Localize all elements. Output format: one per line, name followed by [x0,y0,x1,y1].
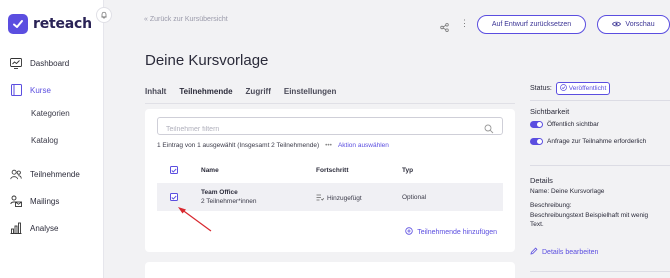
select-action-link[interactable]: Aktion auswählen [338,142,389,149]
progress-status: Hinzugefügt [327,195,362,202]
pencil-icon [530,247,538,257]
main-content: « Zurück zur Kursübersicht ⋮ Auf Entwurf… [104,0,670,278]
sidebar-item-mailings[interactable]: Mailings [10,195,59,207]
share-icon[interactable] [440,19,449,37]
participants-icon [10,168,22,180]
row-checkbox[interactable] [170,193,178,201]
sidebar-item-label: Mailings [30,196,60,206]
sidebar-item-dashboard[interactable]: Dashboard [10,57,69,69]
mailings-icon [10,195,22,207]
back-link-label: Zurück zur Kursübersicht [149,16,228,23]
status-value: Veröffentlicht [568,85,607,92]
sidebar-item-label: Dashboard [30,58,70,68]
tab-einstellungen[interactable]: Einstellungen [284,87,336,96]
description-label: Beschreibung: [530,202,572,209]
sidebar-item-label: Kurse [30,85,51,95]
request-required-toggle[interactable] [530,138,543,145]
notifications-bell-icon[interactable] [96,7,112,23]
back-to-courses-link[interactable]: « Zurück zur Kursübersicht [144,16,228,23]
description-text: Beschreibungstext Beispielhaft mit wenig… [530,212,649,228]
column-header-name: Name [201,167,219,174]
edit-details-label: Details bearbeiten [542,248,599,256]
tab-zugriff[interactable]: Zugriff [246,87,271,96]
visibility-title: Sichtbarkeit [530,107,570,116]
select-all-checkbox[interactable] [170,166,178,174]
selection-summary: 1 Eintrag von 1 ausgewählt (Insgesamt 2 … [157,142,389,149]
more-vertical-icon[interactable]: ⋮ [460,18,469,29]
more-horizontal-icon[interactable]: ••• [325,142,332,149]
status-badge: Veröffentlicht [555,82,611,95]
secondary-card [145,262,515,278]
column-header-type: Typ [402,167,414,174]
toggle-label: Öffentlich sichtbar [547,121,599,128]
status-label: Status: [530,85,552,92]
divider [530,165,670,166]
tab-inhalt[interactable]: Inhalt [145,87,166,96]
divider [530,100,670,101]
tabs-divider [145,103,515,104]
sidebar-subitem-kategorien[interactable]: Kategorien [31,109,70,118]
search-icon[interactable] [484,121,494,139]
check-circle-icon [559,84,567,93]
courses-icon [10,84,22,96]
public-visible-toggle[interactable] [530,121,543,128]
public-visible-toggle-row[interactable]: Öffentlich sichtbar [530,121,599,128]
course-side-panel: Status: Veröffentlicht Sichtbarkeit Öffe… [530,0,670,278]
plus-circle-icon [405,227,413,237]
sidebar-item-label: Analyse [30,223,59,233]
tab-teilnehmende[interactable]: Teilnehmende [179,87,232,96]
logo-mark-icon [8,14,28,34]
participant-type: Optional [402,194,427,201]
dashboard-icon [10,57,22,69]
double-chevron-left-icon: « [144,16,148,23]
progress-cell: Hinzugefügt [316,194,362,203]
sidebar-item-kurse[interactable]: Kurse [10,84,51,96]
toggle-label: Anfrage zur Teilnahme erforderlich [547,138,647,145]
status-row: Status: Veröffentlicht [530,82,611,95]
participant-filter-field[interactable] [157,117,503,138]
sidebar-item-analyse[interactable]: Analyse [10,222,58,234]
request-required-toggle-row[interactable]: Anfrage zur Teilnahme erforderlich [530,138,646,145]
logo[interactable]: reteach [8,14,92,34]
page-title: Deine Kursvorlage [145,52,269,69]
sidebar-item-label: Teilnehmende [30,169,80,179]
added-list-icon [316,194,325,203]
details-title: Details [530,176,553,185]
logo-text: reteach [33,16,92,32]
add-participants-link[interactable]: Teilnehmende hinzufügen [405,227,497,237]
edit-details-link[interactable]: Details bearbeiten [530,247,598,257]
tab-bar: Inhalt Teilnehmende Zugriff Einstellunge… [145,87,349,96]
sidebar: reteach Dashboard Kurse Kategorien Katal… [0,0,104,278]
table-header: Name Fortschritt Typ [157,161,503,179]
participant-name: Team Office [201,189,238,196]
table-row[interactable]: Team Office 2 Teilnehmer*innen Hinzugefü… [157,183,503,211]
sidebar-item-teilnehmende[interactable]: Teilnehmende [10,168,80,180]
selection-summary-text: 1 Eintrag von 1 ausgewählt (Insgesamt 2 … [157,142,320,149]
course-name-line: Name: Deine Kursvorlage [530,188,605,195]
sidebar-subitem-katalog[interactable]: Katalog [31,136,58,145]
add-participants-label: Teilnehmende hinzufügen [417,228,497,236]
divider [530,271,670,272]
participant-filter-input[interactable] [158,121,458,138]
participant-count: 2 Teilnehmer*innen [201,198,257,205]
analytics-icon [10,222,22,234]
participants-card: 1 Eintrag von 1 ausgewählt (Insgesamt 2 … [145,109,515,252]
column-header-progress: Fortschritt [316,167,349,174]
